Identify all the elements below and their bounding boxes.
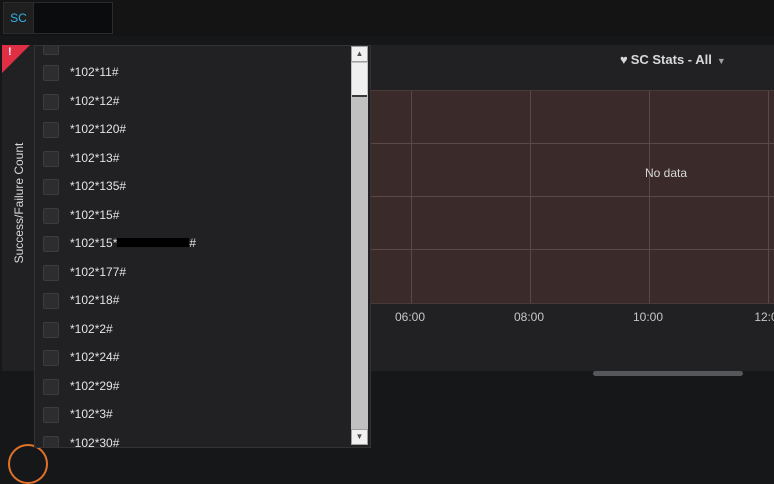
x-tick-label: 12:0 <box>754 310 774 324</box>
help-button[interactable] <box>8 444 48 484</box>
heart-icon: ♥ <box>620 52 628 67</box>
grid-line <box>649 91 650 303</box>
grid-line <box>369 249 774 250</box>
list-item[interactable]: *102*15# <box>35 201 351 229</box>
list-item[interactable]: *102*3# <box>35 400 351 428</box>
option-checkbox[interactable] <box>43 122 59 138</box>
option-label: *102*2# <box>70 322 113 336</box>
option-checkbox[interactable] <box>43 151 59 167</box>
x-tick-label: 10:00 <box>632 310 664 324</box>
list-item[interactable]: *102*11# <box>35 58 351 86</box>
list-item[interactable]: *102*30# <box>35 429 351 448</box>
x-tick-label: 08:00 <box>513 310 545 324</box>
option-label-prefix: *102*15* <box>70 236 118 250</box>
scrollbar-thumb[interactable] <box>352 63 367 97</box>
option-checkbox[interactable] <box>43 322 59 338</box>
top-bar: SC <box>0 0 774 36</box>
option-checkbox[interactable] <box>43 379 59 395</box>
option-checkbox[interactable] <box>43 236 59 252</box>
list-item[interactable]: *102*15* # <box>35 229 351 257</box>
option-checkbox[interactable] <box>43 265 59 281</box>
option-label: *102*18# <box>70 293 120 307</box>
list-item[interactable]: *102*135# <box>35 172 351 200</box>
alert-corner[interactable] <box>2 45 30 73</box>
grid-line <box>411 91 412 303</box>
list-item[interactable]: *102*18# <box>35 286 351 314</box>
option-checkbox[interactable] <box>43 293 59 309</box>
option-label: *102*13# <box>70 151 120 165</box>
horizontal-scrollbar[interactable] <box>593 371 743 376</box>
option-checkbox[interactable] <box>43 65 59 81</box>
grid-line <box>768 91 769 303</box>
grid-line <box>369 143 774 144</box>
option-label: *102*15* # <box>70 236 196 250</box>
y-axis-label: Success/Failure Count <box>12 142 26 264</box>
variable-value-select[interactable] <box>33 2 113 34</box>
list-item[interactable]: *102*177# <box>35 258 351 286</box>
arrow-up-icon: ▲ <box>355 49 364 58</box>
option-checkbox[interactable] <box>43 94 59 110</box>
caret-down-icon: ▼ <box>716 56 726 66</box>
redacted-text <box>117 238 190 248</box>
list-item[interactable]: *102*120# <box>35 115 351 143</box>
option-label: *102*120# <box>70 122 127 136</box>
list-item[interactable]: *102*12# <box>35 87 351 115</box>
no-data-message: No data <box>645 166 688 180</box>
option-checkbox[interactable] <box>43 436 59 447</box>
option-label: *102*24# <box>70 350 120 364</box>
panel-title[interactable]: ♥ SC Stats - All ▼ <box>620 52 726 67</box>
option-checkbox[interactable] <box>43 179 59 195</box>
option-label: *102*30# <box>70 436 120 448</box>
option-checkbox[interactable] <box>43 407 59 423</box>
option-checkbox[interactable] <box>43 350 59 366</box>
vertical-scrollbar-track[interactable] <box>351 46 368 445</box>
option-label-suffix: # <box>189 236 197 250</box>
panel-title-text: SC Stats - All <box>630 52 712 67</box>
plot-area <box>368 90 774 304</box>
variable-label[interactable]: SC <box>3 2 34 34</box>
alert-icon: ! <box>8 46 12 58</box>
grid-line <box>369 196 774 197</box>
scroll-down-button[interactable]: ▼ <box>351 429 368 445</box>
option-dropdown-list[interactable]: *102*11# *102*12# *102*120# *102*13# *10… <box>34 45 371 448</box>
option-label: *102*135# <box>70 179 127 193</box>
list-item[interactable]: *102*13# <box>35 144 351 172</box>
list-item[interactable]: *102*24# <box>35 343 351 371</box>
option-checkbox[interactable] <box>43 46 59 55</box>
option-label: *102*11# <box>70 65 119 79</box>
option-label: *102*177# <box>70 265 127 279</box>
option-label: *102*15# <box>70 208 120 222</box>
option-checkbox[interactable] <box>43 208 59 224</box>
x-tick-label: 06:00 <box>394 310 426 324</box>
arrow-down-icon: ▼ <box>355 432 364 441</box>
option-label: *102*29# <box>70 379 120 393</box>
list-item[interactable]: *102*2# <box>35 315 351 343</box>
option-label: *102*3# <box>70 407 113 421</box>
grid-line <box>530 91 531 303</box>
list-item[interactable]: *102*29# <box>35 372 351 400</box>
scroll-up-button[interactable]: ▲ <box>351 46 368 62</box>
option-label: *102*12# <box>70 94 120 108</box>
